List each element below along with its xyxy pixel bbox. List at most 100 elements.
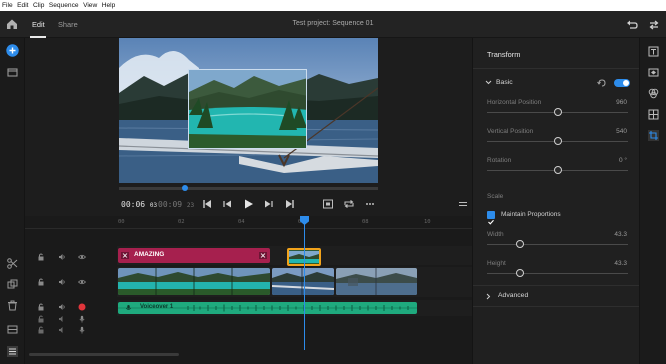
clip-trim-handle-icon[interactable] — [121, 252, 129, 259]
properties-panel: Transform Basic Horizontal Position 960 … — [472, 38, 640, 364]
timeline-panel: 00 02 04 06 08 10 AMAZING — [25, 216, 472, 364]
video-clip-3[interactable] — [336, 268, 417, 295]
timeline-list-icon[interactable] — [6, 345, 19, 358]
basic-toggle[interactable] — [614, 79, 630, 87]
volume-icon[interactable] — [58, 303, 66, 311]
vertical-position-value[interactable]: 540 — [616, 128, 627, 135]
menu-clip[interactable]: Clip — [33, 2, 44, 9]
divider — [473, 285, 640, 286]
color-icon[interactable] — [648, 88, 659, 99]
volume-icon[interactable] — [58, 278, 66, 286]
go-to-start-icon[interactable] — [201, 198, 213, 210]
width-slider[interactable] — [487, 244, 628, 245]
ruler-tick: 10 — [424, 219, 431, 225]
scale-label: Scale — [487, 193, 504, 200]
eye-icon[interactable] — [78, 253, 86, 261]
height-slider[interactable] — [487, 273, 628, 274]
right-toolbar — [639, 38, 666, 364]
basic-section-label[interactable]: Basic — [496, 79, 513, 86]
video-clip-2-thumbnails — [272, 268, 334, 295]
ruler-tick: 02 — [178, 219, 185, 225]
menu-sequence[interactable]: Sequence — [49, 2, 79, 9]
undo-icon[interactable] — [626, 19, 638, 31]
rotation-label: Rotation — [487, 157, 512, 164]
record-icon[interactable] — [78, 303, 86, 311]
audio-clip-label: Voiceover 1 — [140, 304, 174, 310]
video-clip-2[interactable] — [272, 268, 334, 295]
video-clip-3-thumbnails — [336, 268, 417, 295]
microphone-icon[interactable] — [78, 315, 86, 323]
vertical-position-thumb[interactable] — [554, 137, 562, 145]
lock-icon[interactable] — [37, 278, 45, 286]
volume-icon[interactable] — [58, 315, 66, 323]
go-to-end-icon[interactable] — [284, 198, 296, 210]
title-clip[interactable]: AMAZING — [118, 248, 270, 263]
text-panel-icon[interactable] — [648, 46, 659, 57]
timeline-ruler[interactable]: 00 02 04 06 08 10 — [25, 216, 472, 229]
lock-icon[interactable] — [37, 326, 45, 334]
loop-icon[interactable] — [343, 198, 355, 210]
timeline-scrollbar[interactable] — [29, 353, 179, 356]
advanced-section-label[interactable]: Advanced — [498, 292, 528, 299]
scissors-icon[interactable] — [6, 257, 19, 270]
lock-icon[interactable] — [37, 303, 45, 311]
lock-icon[interactable] — [37, 315, 45, 323]
microphone-icon[interactable] — [78, 326, 86, 334]
menu-bar: File Edit Clip Sequence View Help — [0, 0, 666, 11]
menu-edit[interactable]: Edit — [17, 2, 28, 9]
maintain-proportions-label[interactable]: Maintain Proportions — [501, 211, 561, 218]
vertical-position-label: Vertical Position — [487, 128, 534, 135]
chevron-right-icon[interactable] — [485, 293, 492, 300]
volume-icon[interactable] — [58, 253, 66, 261]
width-label: Width — [487, 231, 504, 238]
height-thumb[interactable] — [516, 269, 524, 277]
rotation-value[interactable]: 0 ° — [619, 157, 627, 164]
preview-inset-image[interactable] — [188, 69, 307, 149]
timeline-playhead[interactable] — [304, 220, 305, 350]
clip-trim-handle-icon[interactable] — [259, 252, 267, 259]
more-options-icon[interactable] — [364, 198, 376, 210]
volume-icon[interactable] — [58, 326, 66, 334]
width-thumb[interactable] — [516, 240, 524, 248]
checkmark-icon — [488, 219, 494, 225]
left-toolbar — [0, 38, 25, 364]
horizontal-position-thumb[interactable] — [554, 108, 562, 116]
lock-icon[interactable] — [37, 253, 45, 261]
reset-icon[interactable] — [597, 78, 607, 88]
video-preview[interactable] — [119, 38, 378, 183]
trash-icon[interactable] — [6, 299, 19, 312]
panel-menu-icon[interactable] — [457, 198, 469, 210]
video-clip-1-thumbnails — [118, 268, 270, 295]
media-library-icon[interactable] — [6, 66, 19, 79]
menu-help[interactable]: Help — [102, 2, 116, 9]
share-export-icon[interactable] — [648, 19, 660, 31]
width-value[interactable]: 43.3 — [614, 231, 627, 238]
chevron-down-icon[interactable] — [485, 79, 492, 86]
track-height-icon[interactable] — [6, 323, 19, 336]
step-back-icon[interactable] — [221, 198, 233, 210]
app-header: Edit Share Test project: Sequence 01 — [0, 11, 666, 38]
transform-crop-icon[interactable] — [648, 130, 659, 141]
rotation-thumb[interactable] — [554, 166, 562, 174]
video-clip-1[interactable] — [118, 268, 270, 295]
add-media-icon[interactable] — [6, 44, 19, 57]
step-forward-icon[interactable] — [263, 198, 275, 210]
preview-scrubber-track[interactable] — [119, 187, 378, 190]
preview-scrubber-handle[interactable] — [182, 185, 188, 191]
transitions-icon[interactable] — [648, 67, 659, 78]
mic-badge-icon — [125, 305, 132, 310]
play-icon[interactable] — [242, 198, 254, 210]
menu-view[interactable]: View — [83, 2, 97, 9]
fit-frame-icon[interactable] — [322, 198, 334, 210]
menu-file[interactable]: File — [2, 2, 13, 9]
effects-grid-icon[interactable] — [648, 109, 659, 120]
app-window: File Edit Clip Sequence View Help Edit S… — [0, 0, 666, 364]
audio-clip[interactable]: Voiceover 1 — [118, 302, 417, 314]
height-value[interactable]: 43.3 — [614, 260, 627, 267]
maintain-proportions-checkbox[interactable] — [487, 211, 495, 225]
divider — [473, 306, 640, 307]
eye-icon[interactable] — [78, 278, 86, 286]
panel-title: Transform — [487, 50, 521, 59]
duplicate-icon[interactable] — [6, 278, 19, 291]
horizontal-position-value[interactable]: 960 — [616, 99, 627, 106]
